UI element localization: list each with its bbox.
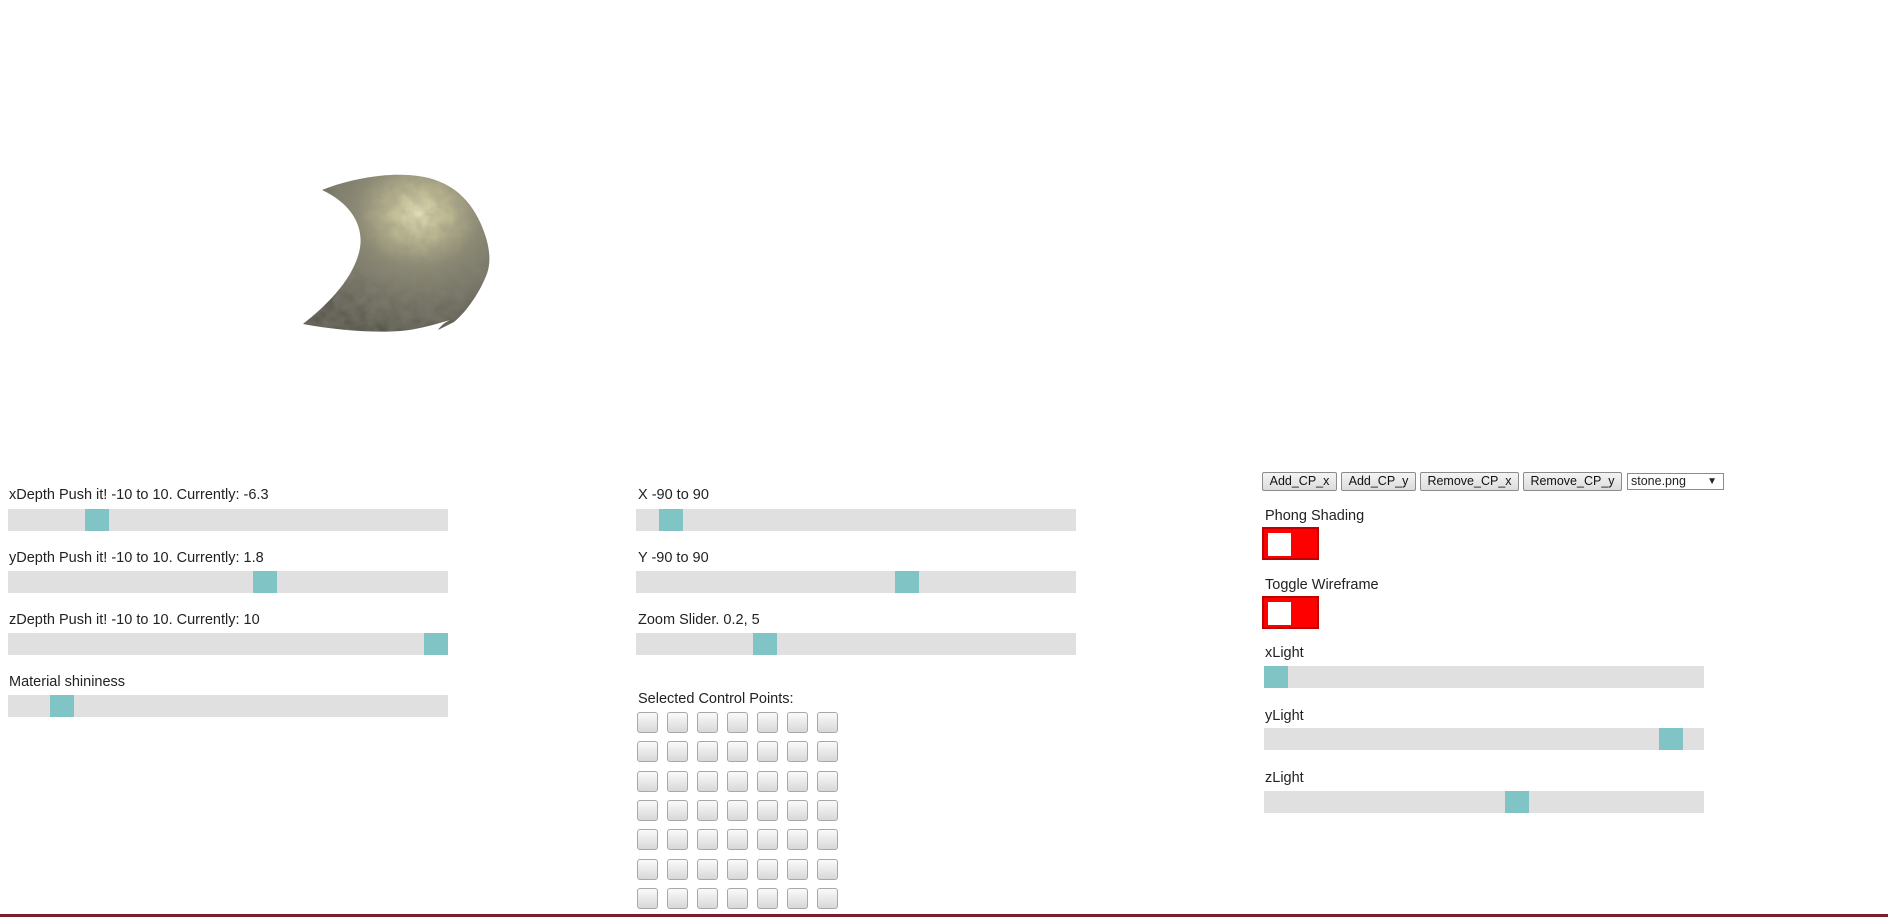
x-rotation-label: X -90 to 90 bbox=[638, 487, 709, 503]
zoom-slider-thumb[interactable] bbox=[753, 633, 777, 655]
control-point-checkbox-4-5[interactable] bbox=[787, 829, 808, 851]
zlight-slider-thumb[interactable] bbox=[1505, 791, 1529, 813]
control-point-checkbox-2-6[interactable] bbox=[817, 770, 838, 792]
zdepth-slider[interactable] bbox=[8, 633, 448, 655]
control-point-checkbox-4-6[interactable] bbox=[817, 829, 838, 851]
bezier-surface-mesh bbox=[303, 174, 490, 332]
control-point-checkbox-1-6[interactable] bbox=[817, 741, 838, 763]
xlight-slider[interactable] bbox=[1264, 666, 1704, 688]
xdepth-slider[interactable] bbox=[8, 509, 448, 531]
shininess-slider[interactable] bbox=[8, 695, 448, 717]
remove-cp-x-button[interactable]: Remove_CP_x bbox=[1420, 472, 1519, 491]
app-page: xDepth Push it! -10 to 10. Currently: -6… bbox=[0, 0, 1888, 917]
control-point-checkbox-4-1[interactable] bbox=[667, 829, 688, 851]
control-point-checkbox-2-3[interactable] bbox=[727, 770, 748, 792]
control-points-label: Selected Control Points: bbox=[638, 691, 794, 707]
control-point-checkbox-1-3[interactable] bbox=[727, 741, 748, 763]
xdepth-label: xDepth Push it! -10 to 10. Currently: -6… bbox=[9, 487, 269, 503]
control-point-checkbox-0-3[interactable] bbox=[727, 712, 748, 733]
control-point-checkbox-6-0[interactable] bbox=[637, 887, 658, 909]
control-point-checkbox-3-5[interactable] bbox=[787, 799, 808, 821]
control-point-checkbox-6-5[interactable] bbox=[787, 887, 808, 909]
control-point-checkbox-5-0[interactable] bbox=[637, 858, 658, 880]
control-point-checkbox-4-4[interactable] bbox=[757, 829, 778, 851]
wireframe-toggle[interactable] bbox=[1262, 596, 1319, 629]
y-rotation-label: Y -90 to 90 bbox=[638, 550, 709, 566]
ydepth-slider[interactable] bbox=[8, 571, 448, 593]
control-point-checkbox-5-3[interactable] bbox=[727, 858, 748, 880]
render-canvas[interactable] bbox=[0, 0, 1888, 460]
control-point-checkbox-4-2[interactable] bbox=[697, 829, 718, 851]
remove-cp-y-button[interactable]: Remove_CP_y bbox=[1523, 472, 1622, 491]
ydepth-label: yDepth Push it! -10 to 10. Currently: 1.… bbox=[9, 550, 264, 566]
wireframe-toggle-knob bbox=[1268, 602, 1291, 625]
shininess-slider-thumb[interactable] bbox=[50, 695, 74, 717]
ylight-slider-thumb[interactable] bbox=[1659, 728, 1683, 750]
control-point-checkbox-6-3[interactable] bbox=[727, 887, 748, 909]
xlight-slider-thumb[interactable] bbox=[1264, 666, 1288, 688]
control-point-checkbox-1-2[interactable] bbox=[697, 741, 718, 763]
x-rotation-slider-thumb[interactable] bbox=[659, 509, 683, 531]
control-point-checkbox-6-4[interactable] bbox=[757, 887, 778, 909]
ylight-label: yLight bbox=[1265, 708, 1304, 724]
xlight-label: xLight bbox=[1265, 645, 1304, 661]
y-rotation-slider-thumb[interactable] bbox=[895, 571, 919, 593]
control-point-checkbox-0-4[interactable] bbox=[757, 712, 778, 733]
ydepth-slider-thumb[interactable] bbox=[253, 571, 277, 593]
control-point-checkbox-5-4[interactable] bbox=[757, 858, 778, 880]
control-point-checkbox-3-4[interactable] bbox=[757, 799, 778, 821]
control-point-checkbox-5-1[interactable] bbox=[667, 858, 688, 880]
zoom-label: Zoom Slider. 0.2, 5 bbox=[638, 612, 760, 628]
wireframe-label: Toggle Wireframe bbox=[1265, 577, 1379, 593]
control-point-checkbox-4-0[interactable] bbox=[637, 829, 658, 851]
control-point-checkbox-0-0[interactable] bbox=[637, 712, 658, 733]
control-point-checkbox-2-1[interactable] bbox=[667, 770, 688, 792]
texture-select[interactable]: stone.png ▼ bbox=[1627, 473, 1724, 490]
add-cp-y-button[interactable]: Add_CP_y bbox=[1341, 472, 1416, 491]
control-point-checkbox-2-5[interactable] bbox=[787, 770, 808, 792]
control-point-checkbox-0-1[interactable] bbox=[667, 712, 688, 733]
control-point-checkbox-2-4[interactable] bbox=[757, 770, 778, 792]
control-point-checkbox-3-0[interactable] bbox=[637, 799, 658, 821]
x-rotation-slider[interactable] bbox=[636, 509, 1076, 531]
zdepth-label: zDepth Push it! -10 to 10. Currently: 10 bbox=[9, 612, 260, 628]
control-point-checkbox-6-1[interactable] bbox=[667, 887, 688, 909]
control-point-checkbox-1-4[interactable] bbox=[757, 741, 778, 763]
zoom-slider[interactable] bbox=[636, 633, 1076, 655]
texture-select-value: stone.png bbox=[1631, 474, 1686, 488]
dropdown-arrow-icon: ▼ bbox=[1707, 476, 1717, 487]
control-point-checkbox-3-6[interactable] bbox=[817, 799, 838, 821]
control-point-checkbox-1-1[interactable] bbox=[667, 741, 688, 763]
control-point-checkbox-6-2[interactable] bbox=[697, 887, 718, 909]
control-point-checkbox-2-2[interactable] bbox=[697, 770, 718, 792]
control-point-checkbox-2-0[interactable] bbox=[637, 770, 658, 792]
xdepth-slider-thumb[interactable] bbox=[85, 509, 109, 531]
control-point-checkbox-0-6[interactable] bbox=[817, 712, 838, 733]
control-point-checkbox-1-0[interactable] bbox=[637, 741, 658, 763]
control-point-checkbox-5-5[interactable] bbox=[787, 858, 808, 880]
control-point-checkbox-0-2[interactable] bbox=[697, 712, 718, 733]
zlight-label: zLight bbox=[1265, 770, 1304, 786]
control-point-checkbox-3-3[interactable] bbox=[727, 799, 748, 821]
control-point-checkbox-3-2[interactable] bbox=[697, 799, 718, 821]
phong-shading-label: Phong Shading bbox=[1265, 508, 1365, 524]
control-point-checkbox-6-6[interactable] bbox=[817, 887, 838, 909]
zdepth-slider-thumb[interactable] bbox=[424, 633, 448, 655]
shininess-label: Material shininess bbox=[9, 674, 126, 690]
control-point-checkbox-1-5[interactable] bbox=[787, 741, 808, 763]
phong-shading-toggle[interactable] bbox=[1262, 527, 1319, 560]
phong-shading-toggle-knob bbox=[1268, 533, 1291, 556]
control-point-checkbox-0-5[interactable] bbox=[787, 712, 808, 733]
y-rotation-slider[interactable] bbox=[636, 571, 1076, 593]
add-cp-x-button[interactable]: Add_CP_x bbox=[1262, 472, 1337, 491]
ylight-slider[interactable] bbox=[1264, 728, 1704, 750]
control-point-checkbox-5-6[interactable] bbox=[817, 858, 838, 880]
zlight-slider[interactable] bbox=[1264, 791, 1704, 813]
control-point-checkbox-4-3[interactable] bbox=[727, 829, 748, 851]
control-point-checkbox-3-1[interactable] bbox=[667, 799, 688, 821]
control-point-checkbox-5-2[interactable] bbox=[697, 858, 718, 880]
